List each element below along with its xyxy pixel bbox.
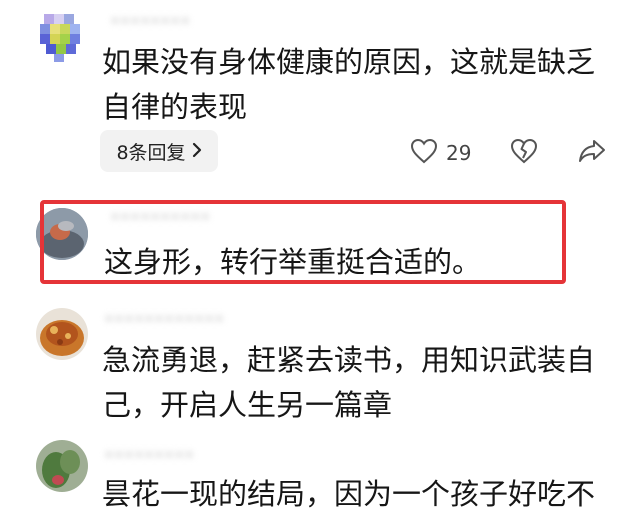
comment-item-1: •••••••• 如果没有身体健康的原因，这就是缺乏 自律的表现 8条回复 29 — [0, 0, 640, 190]
comment-username[interactable]: •••••••• — [110, 12, 190, 32]
comment-text-line: 急流勇退，赶紧去读书，用知识武装自 — [102, 343, 596, 377]
broken-heart-icon — [510, 138, 538, 168]
highlight-frame — [40, 200, 566, 284]
comment-text: 如果没有身体健康的原因，这就是缺乏 自律的表现 — [102, 40, 612, 130]
heart-icon — [410, 138, 438, 168]
share-button[interactable] — [578, 138, 606, 168]
share-icon — [578, 138, 606, 168]
comment-username[interactable]: •••••••••••• — [104, 310, 224, 330]
comment-text-line: 自律的表现 — [102, 90, 248, 124]
chevron-right-icon — [192, 139, 202, 163]
avatar[interactable] — [36, 10, 88, 62]
comment-text-line: 己，开启人生另一篇章 — [102, 388, 393, 422]
comment-text-line: 如果没有身体健康的原因，这就是缺乏 — [102, 45, 596, 79]
comment-username[interactable]: ••••••••• — [104, 446, 194, 466]
comment-text-line: 昙花一现的结局，因为一个孩子好吃不 — [102, 477, 596, 511]
reply-count-label: 8条回复 — [116, 141, 186, 164]
comment-item-4: ••••••••• 昙花一现的结局，因为一个孩子好吃不 — [0, 432, 640, 518]
dislike-button[interactable] — [510, 138, 538, 168]
avatar[interactable] — [36, 440, 88, 492]
comment-item-3: •••••••••••• 急流勇退，赶紧去读书，用知识武装自 己，开启人生另一篇… — [0, 300, 640, 430]
comment-text: 急流勇退，赶紧去读书，用知识武装自 己，开启人生另一篇章 — [102, 338, 612, 428]
like-count: 29 — [446, 141, 472, 165]
like-button[interactable]: 29 — [410, 138, 471, 168]
view-replies-button[interactable]: 8条回复 — [100, 130, 218, 172]
avatar[interactable] — [36, 308, 88, 360]
comment-text: 昙花一现的结局，因为一个孩子好吃不 — [102, 472, 612, 517]
